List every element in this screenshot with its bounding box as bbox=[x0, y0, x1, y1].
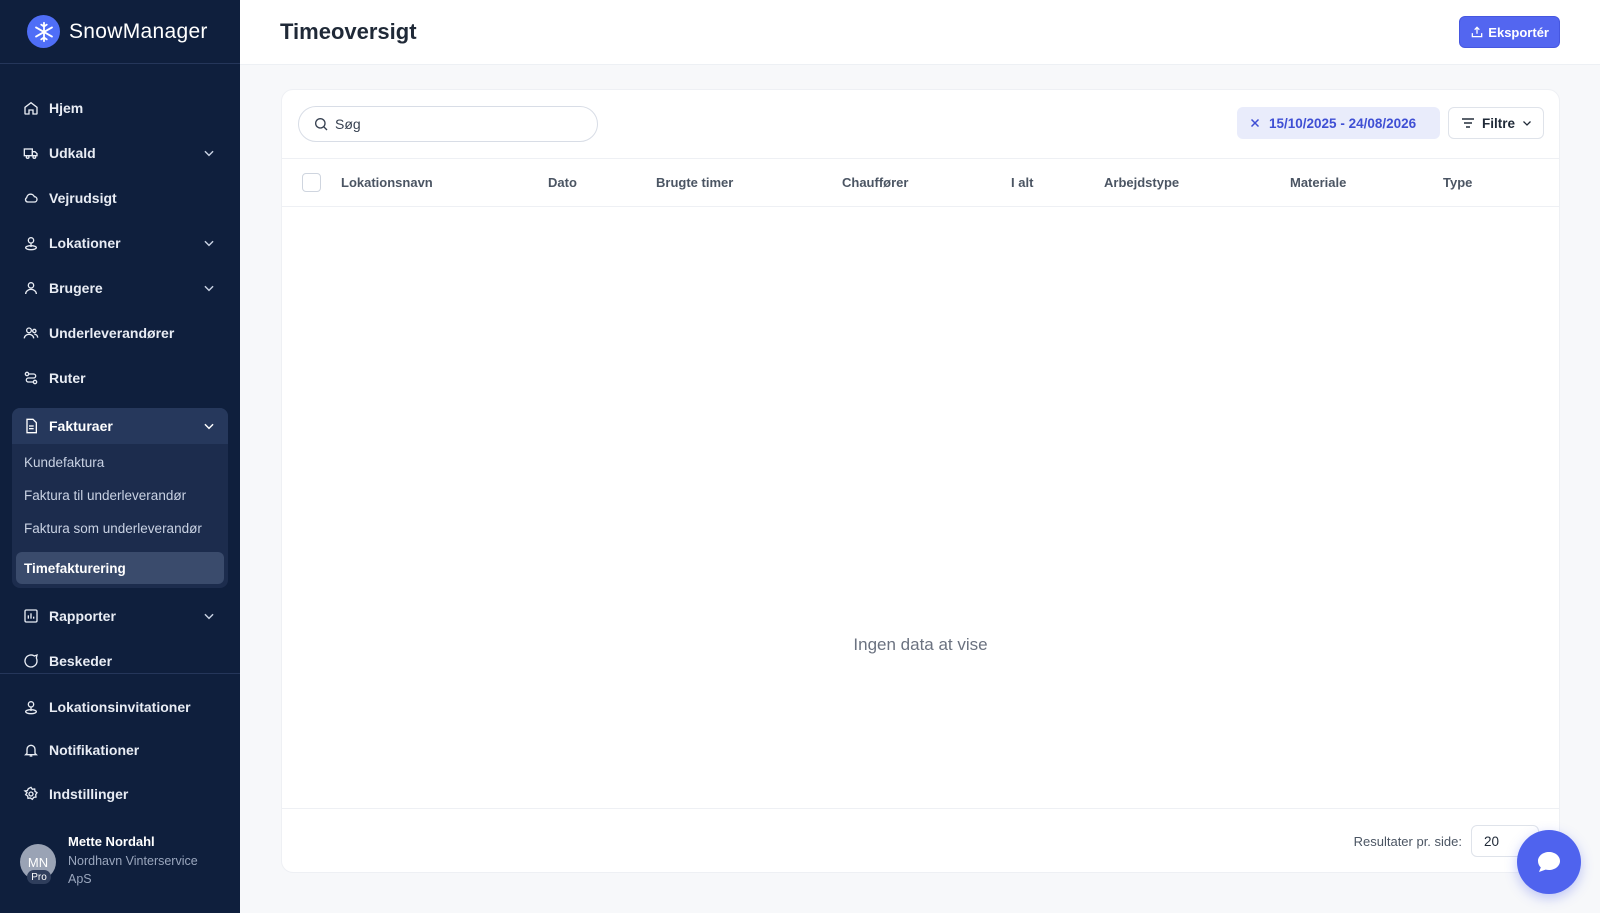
sidebar-item-rapporter[interactable]: Rapporter bbox=[12, 598, 228, 634]
timesheet-card: 15/10/2025 - 24/08/2026 Filtre Lokations… bbox=[281, 89, 1560, 873]
sidebar-item-indstillinger[interactable]: Indstillinger bbox=[12, 776, 228, 812]
sidebar-item-lokationer[interactable]: Lokationer bbox=[12, 225, 228, 261]
sidebar-divider bbox=[0, 673, 240, 674]
select-all-checkbox[interactable] bbox=[302, 173, 321, 192]
upload-icon bbox=[1471, 26, 1483, 38]
sidebar-subitem-kundefaktura[interactable]: Kundefaktura bbox=[16, 446, 224, 478]
sidebar-item-label: Beskeder bbox=[49, 653, 113, 669]
truck-icon bbox=[22, 144, 40, 162]
chevron-down-icon bbox=[1523, 121, 1531, 126]
per-page-label: Resultater pr. side: bbox=[1353, 834, 1462, 849]
column-header[interactable]: Lokationsnavn bbox=[341, 175, 433, 190]
invoice-icon bbox=[22, 417, 40, 435]
location-pin-icon bbox=[22, 234, 40, 252]
sidebar-item-label: Indstillinger bbox=[49, 786, 129, 802]
filter-button[interactable]: Filtre bbox=[1448, 107, 1544, 139]
filter-icon bbox=[1462, 118, 1474, 128]
sidebar-item-label: Underleverandører bbox=[49, 325, 175, 341]
sidebar-subitem-faktura-som-underleverandor[interactable]: Faktura som underleverandør bbox=[16, 512, 224, 544]
snowflake-logo-icon bbox=[27, 15, 60, 48]
sidebar-item-fakturaer[interactable]: Fakturaer bbox=[12, 408, 228, 444]
sidebar-group-fakturaer: Fakturaer Kundefaktura Faktura til under… bbox=[12, 408, 228, 588]
sidebar-item-label: Notifikationer bbox=[49, 742, 140, 758]
cloud-icon bbox=[22, 189, 40, 207]
empty-state-text: Ingen data at vise bbox=[853, 635, 988, 654]
sidebar-item-label: Ruter bbox=[49, 370, 86, 386]
sidebar-subitem-timefakturering[interactable]: Timefakturering bbox=[16, 552, 224, 584]
column-header[interactable]: Dato bbox=[548, 175, 577, 190]
sidebar-item-label: Lokationer bbox=[49, 235, 121, 251]
sidebar-item-vejrudsigt[interactable]: Vejrudsigt bbox=[12, 180, 228, 216]
sidebar-item-label: Fakturaer bbox=[49, 418, 113, 434]
app-name: SnowManager bbox=[69, 19, 208, 43]
sidebar-item-label: Udkald bbox=[49, 145, 96, 161]
filter-label: Filtre bbox=[1482, 115, 1516, 131]
sidebar-item-lokationsinvitationer[interactable]: Lokationsinvitationer bbox=[12, 689, 228, 725]
page-title: Timeoversigt bbox=[280, 19, 417, 44]
sidebar-item-ruter[interactable]: Ruter bbox=[12, 360, 228, 396]
route-icon bbox=[22, 369, 40, 387]
brand[interactable]: SnowManager bbox=[0, 0, 240, 64]
search-box[interactable] bbox=[298, 106, 598, 142]
sidebar-item-brugere[interactable]: Brugere bbox=[12, 270, 228, 306]
sidebar-subitem-faktura-til-underleverandor[interactable]: Faktura til underleverandør bbox=[16, 479, 224, 511]
column-header[interactable]: Brugte timer bbox=[656, 175, 733, 190]
user-icon bbox=[22, 279, 40, 297]
chevron-down-icon bbox=[204, 150, 214, 157]
sidebar-item-udkald[interactable]: Udkald bbox=[12, 135, 228, 171]
users-icon bbox=[22, 324, 40, 342]
search-icon bbox=[315, 118, 328, 131]
plan-badge: Pro bbox=[27, 870, 51, 884]
location-invite-icon bbox=[22, 698, 40, 716]
chart-icon bbox=[22, 607, 40, 625]
chevron-down-icon bbox=[204, 240, 214, 247]
sidebar-item-label: Brugere bbox=[49, 280, 103, 296]
home-icon bbox=[22, 99, 40, 117]
chevron-down-icon bbox=[204, 285, 214, 292]
sidebar: SnowManager Hjem Udkald Vejrudsigt Lokat… bbox=[0, 0, 240, 913]
chevron-down-icon bbox=[204, 613, 214, 620]
chat-bubble-icon bbox=[1538, 852, 1560, 872]
header: Timeoversigt Eksportér bbox=[240, 0, 1600, 65]
user-company: Nordhavn Vinterservice ApS bbox=[68, 854, 198, 886]
column-header[interactable]: I alt bbox=[1011, 175, 1033, 190]
message-icon bbox=[22, 652, 40, 670]
column-header[interactable]: Chauffører bbox=[842, 175, 908, 190]
sidebar-item-label: Hjem bbox=[49, 100, 84, 116]
user-profile[interactable]: MN Pro Mette Nordahl Nordhavn Vinterserv… bbox=[20, 832, 230, 892]
date-range-label: 15/10/2025 - 24/08/2026 bbox=[1269, 115, 1417, 131]
export-label: Eksportér bbox=[1488, 24, 1549, 40]
column-header[interactable]: Arbejdstype bbox=[1104, 175, 1179, 190]
column-header[interactable]: Materiale bbox=[1290, 175, 1346, 190]
sidebar-item-label: Vejrudsigt bbox=[49, 190, 117, 206]
chevron-down-icon bbox=[204, 423, 214, 430]
gear-icon bbox=[22, 785, 40, 803]
sidebar-item-label: Rapporter bbox=[49, 608, 116, 624]
sidebar-item-underleverandorer[interactable]: Underleverandører bbox=[12, 315, 228, 351]
per-page-value: 20 bbox=[1484, 833, 1500, 849]
chat-button[interactable] bbox=[1517, 830, 1581, 894]
sidebar-item-label: Lokationsinvitationer bbox=[49, 699, 191, 715]
table-header: Lokationsnavn Dato Brugte timer Chauffør… bbox=[282, 158, 1559, 207]
table-footer: Resultater pr. side: 20 bbox=[282, 808, 1559, 872]
column-header[interactable]: Type bbox=[1443, 175, 1472, 190]
bell-icon bbox=[22, 741, 40, 759]
export-button[interactable]: Eksportér bbox=[1459, 16, 1560, 48]
close-icon[interactable] bbox=[1249, 117, 1261, 129]
user-name: Mette Nordahl bbox=[68, 834, 155, 849]
sidebar-item-hjem[interactable]: Hjem bbox=[12, 90, 228, 126]
search-input[interactable] bbox=[335, 116, 575, 132]
date-range-chip[interactable]: 15/10/2025 - 24/08/2026 bbox=[1237, 107, 1440, 139]
sidebar-item-notifikationer[interactable]: Notifikationer bbox=[12, 732, 228, 768]
